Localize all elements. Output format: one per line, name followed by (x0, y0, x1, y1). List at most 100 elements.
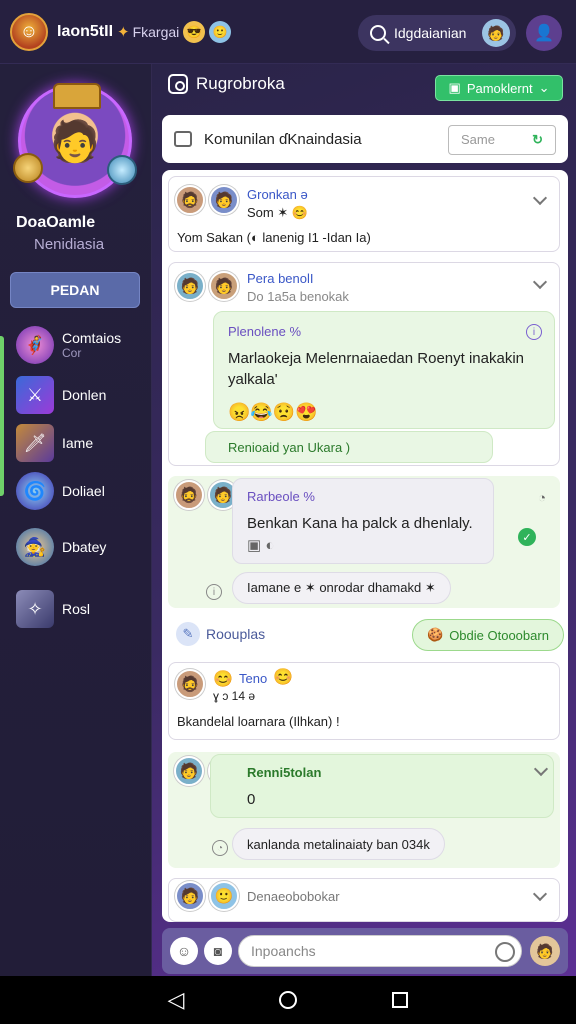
crown-icon (53, 83, 101, 109)
search-bar[interactable]: Idgdaianian 🧑 (358, 15, 516, 51)
sidebar-item-rosl[interactable]: ✧ Rosl (16, 590, 90, 628)
reply-bubble[interactable]: Renioaid yan Ukara ) (205, 431, 493, 463)
recents-icon[interactable] (392, 992, 409, 1008)
compose-bar: ☺ ◙ Inpoanchs 🧑 (162, 928, 568, 974)
sidebar-item-label: Comtaios (62, 330, 122, 346)
same-placeholder: Same (461, 132, 495, 147)
camera-icon[interactable]: ◙ (204, 937, 232, 965)
post-text: Yom Sakan (◐ lanenig I1 -Idan Ia) (177, 230, 371, 245)
share-icon: ↻ (532, 132, 543, 147)
coin-icon (13, 153, 43, 183)
bubble-author: Renni5tolan (247, 765, 322, 780)
post-author[interactable]: Gronkan ə (247, 187, 308, 202)
reply-text: Renioaid yan Ukara ) (228, 440, 351, 455)
top-bar: ☺ Iaon5tII ✦ Fkargai 😎 🙂 Idgdaianian 🧑 👤 (0, 0, 576, 64)
message-bubble[interactable]: Rarbeole % Benkan Kana ha palck a dhenla… (232, 478, 494, 564)
sticker-icon[interactable] (495, 942, 515, 962)
community-card[interactable]: Komunilan ɗKnaindasia Same ↻ (162, 115, 568, 163)
hero-avatar-icon: 🦸 (16, 326, 54, 364)
profile-icon[interactable]: 👤 (526, 15, 562, 51)
sparkle-icon: ✦ (117, 23, 130, 41)
chevron-down-icon: ⌄ (538, 80, 550, 95)
post-meta: ɣ ɔ 14 ə (213, 689, 256, 703)
post-card[interactable]: 🧑 🧑 Renni5tolan 0 ◔ kanlanda metalinaiat… (168, 752, 560, 868)
user-avatar-icon[interactable]: 🧑 (209, 271, 239, 301)
user-avatar-icon[interactable]: 🧔 (175, 669, 205, 699)
post-author[interactable]: Denaeobobokar (247, 889, 340, 904)
app-root: ☺ Iaon5tII ✦ Fkargai 😎 🙂 Idgdaianian 🧑 👤… (0, 0, 576, 1024)
message-bubble[interactable]: Renni5tolan 0 (210, 754, 554, 818)
cookie-icon: 🍪 (427, 627, 444, 642)
friend-avatar-icon[interactable]: 🙂 (209, 20, 232, 43)
sidebar-item-label: Dbatey (62, 539, 107, 555)
user-avatar-icon[interactable]: 🧔 (174, 480, 204, 510)
message-placeholder: Inpoanchs (251, 943, 316, 959)
post-card[interactable]: 🧔 😊 Teno 😊 ɣ ɔ 14 ə Bkandelal loarnara (… (168, 662, 560, 740)
community-title: Komunilan ɗKnaindasia (204, 130, 362, 148)
post-card[interactable]: 🧔 🧑 Rarbeole % Benkan Kana ha palck a dh… (168, 476, 560, 608)
sidebar-item-dbatey[interactable]: 🧙 Dbatey (16, 528, 106, 566)
same-input[interactable]: Same ↻ (448, 125, 556, 155)
sidebar-item-label: Rosl (62, 601, 91, 617)
hero-avatar[interactable]: 🧑 (13, 83, 137, 198)
user-avatar-icon[interactable]: 🙂 (209, 881, 239, 911)
message-input[interactable]: Inpoanchs (238, 935, 522, 967)
user-avatar-icon[interactable]: 🧑 (530, 936, 560, 966)
user-avatar-icon[interactable]: 🧔 (175, 185, 205, 215)
reaction-pill[interactable]: Iamane e ✶ onrodar dhamakd ✶ (232, 572, 451, 604)
mage-icon: 🧙 (16, 528, 54, 566)
user-avatar-icon[interactable]: 🧑 (175, 881, 205, 911)
post-author[interactable]: Teno (239, 671, 267, 686)
post-text: Bkandelal loarnara (Ilhkan) ! (177, 714, 340, 729)
message-feed[interactable]: 🧔 🧑 Gronkan ə Som ✶ 😊 Yom Sakan (◐ lanen… (162, 170, 568, 922)
attachment-icon[interactable]: ▣ ◐ (247, 535, 274, 556)
lock-icon (168, 74, 188, 94)
search-avatar-icon[interactable]: 🧑 (482, 19, 510, 47)
emoji-button-icon[interactable]: ☺ (170, 937, 198, 965)
sidebar-primary-button[interactable]: PEDAN (10, 272, 140, 308)
timer-icon[interactable]: ◔ (538, 490, 546, 505)
timer-icon[interactable]: ◔ (212, 840, 228, 856)
sidebar-item-comtaios[interactable]: 🦸 Comtaios Cor (16, 326, 121, 364)
check-icon[interactable]: ✓ (518, 528, 536, 546)
user-avatar-icon[interactable]: 🧑 (175, 271, 205, 301)
post-meta: Do 1a5a benokak (247, 289, 349, 304)
section-action-button[interactable]: 🍪 Obdie Otooobarn (412, 619, 564, 651)
player-subtitle: Nenidiasia (34, 236, 105, 253)
sidebar-item-iame[interactable]: 🗡 Iame (16, 424, 93, 462)
back-icon[interactable]: ◁ (168, 987, 185, 1013)
reaction-pill[interactable]: kanlanda metalinaiaty ban 034k (232, 828, 445, 860)
blade-icon: ✧ (16, 590, 54, 628)
pencil-icon[interactable]: ✎ (176, 622, 200, 646)
user-avatar-icon[interactable]: 🧑 (209, 185, 239, 215)
post-card[interactable]: 🧑 🧑 Pera benolI Do 1a5a benokak Plenolen… (168, 262, 560, 466)
game-avatar-icon[interactable]: ☺ (10, 12, 48, 51)
post-card[interactable]: 🧔 🧑 Gronkan ə Som ✶ 😊 Yom Sakan (◐ lanen… (168, 176, 560, 252)
chevron-down-icon[interactable] (532, 190, 548, 206)
chevron-down-icon[interactable] (532, 274, 548, 290)
active-rail-indicator (0, 336, 4, 496)
app-subtitle: Fkargai (132, 23, 180, 40)
message-bubble[interactable]: Plenolene % i Marlaokeja Melenrnaiaedan … (213, 311, 555, 429)
bubble-text: Marlaokeja Melenrnaiaedan Roenyt inakaki… (228, 350, 525, 388)
home-icon[interactable] (279, 991, 298, 1009)
search-icon (370, 25, 386, 41)
sidebar-item-doliael[interactable]: 🌀 Doliael (16, 472, 105, 510)
emoji-icon: 😊 (213, 671, 233, 688)
header-action-button[interactable]: ▣ Pamoklernt ⌄ (435, 75, 563, 101)
page-title: Rugrobroka (196, 74, 285, 93)
post-card[interactable]: 🧑 🙂 Denaeobobokar (168, 878, 560, 922)
bubble-author: Plenolene % (228, 324, 301, 339)
document-icon (174, 131, 192, 147)
hero-face-icon: 🧑 (50, 119, 100, 164)
system-nav-bar: ◁ (0, 976, 576, 1024)
user-avatar-icon[interactable]: 🧑 (174, 756, 204, 786)
post-author[interactable]: Pera benolI (247, 271, 314, 286)
bubble-text: Benkan Kana ha palck a dhenlaly. (247, 515, 473, 532)
info-icon[interactable]: i (526, 324, 542, 340)
info-icon[interactable]: i (206, 584, 222, 600)
chevron-down-icon[interactable] (532, 886, 548, 902)
post-meta: Som ✶ 😊 (247, 205, 309, 220)
sidebar-item-donlen[interactable]: ⚔ Donlen (16, 376, 106, 414)
emoji-reactions[interactable]: 😠😂😟😍 (228, 402, 318, 423)
